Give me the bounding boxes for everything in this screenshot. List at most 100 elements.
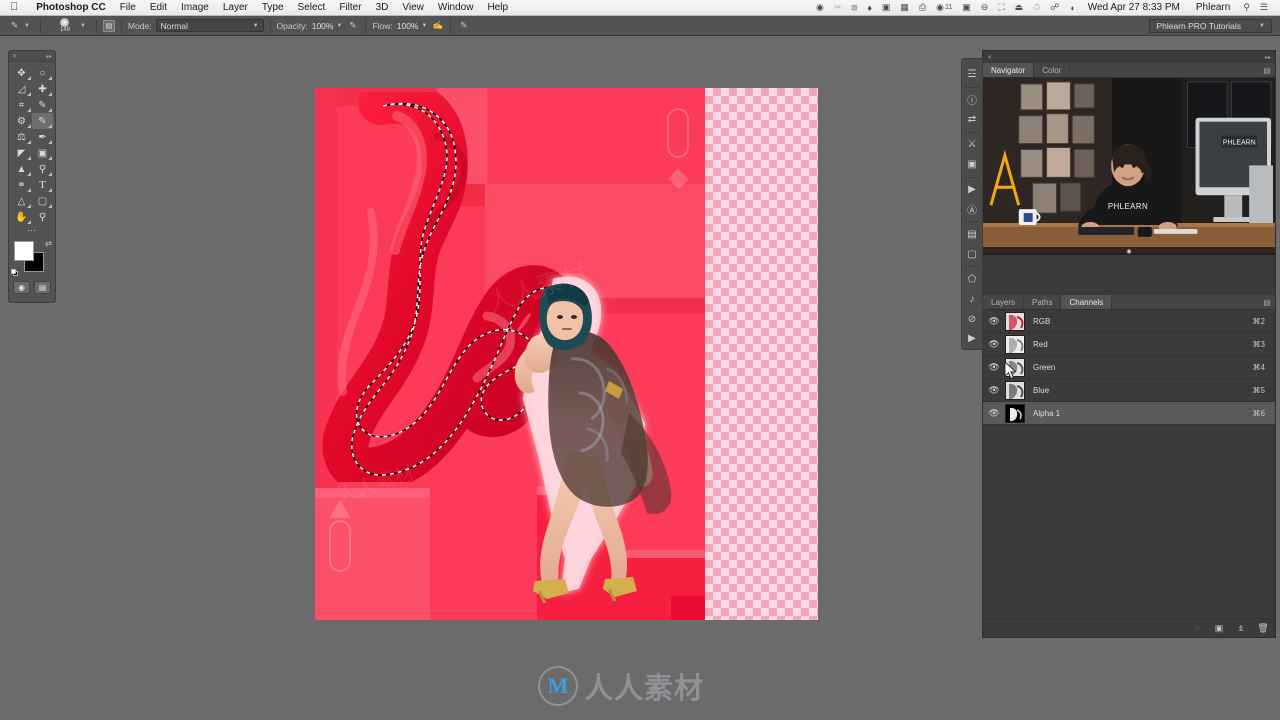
menu-item-filter[interactable]: Filter: [332, 2, 368, 13]
menu-app-name[interactable]: Photoshop CC: [29, 2, 112, 13]
search-icon[interactable]: ⚲: [1238, 2, 1255, 13]
timemachine-icon[interactable]: ⏱: [1028, 2, 1045, 13]
hand-tool[interactable]: ✋: [11, 209, 32, 225]
eye-icon[interactable]: 👁: [983, 408, 1005, 419]
notes-panel-icon[interactable]: ▢: [963, 244, 981, 264]
menu-item-help[interactable]: Help: [480, 2, 515, 13]
evernote-icon[interactable]: ♦: [862, 3, 877, 13]
menu-item-edit[interactable]: Edit: [143, 2, 174, 13]
menubar-username[interactable]: Phlearn: [1188, 2, 1238, 13]
channel-row-green[interactable]: 👁 Green ⌘4: [983, 356, 1275, 379]
collapse-icon[interactable]: ▸▸: [1265, 54, 1271, 61]
adjustments-panel-icon[interactable]: ⇄: [963, 110, 981, 130]
eye-icon[interactable]: 👁: [983, 339, 1005, 350]
eye-icon[interactable]: 👁: [983, 316, 1005, 327]
channel-row-blue[interactable]: 👁 Blue ⌘5: [983, 379, 1275, 402]
panel-menu-icon[interactable]: ▤: [1259, 295, 1275, 309]
brush-preset-chevron-icon[interactable]: ▼: [80, 23, 86, 29]
blend-mode-select[interactable]: Normal ▼: [155, 19, 264, 32]
more-tools-icon[interactable]: ⋯: [9, 225, 55, 237]
libraries-panel-icon[interactable]: ⚔: [963, 135, 981, 155]
brush-preset-picker-icon[interactable]: ▤: [102, 19, 115, 32]
collapse-icon[interactable]: ▸▸: [46, 53, 52, 60]
lasso-tool[interactable]: ◿: [11, 81, 32, 97]
eye-count-icon[interactable]: ◉ 11: [931, 2, 957, 13]
record-icon[interactable]: ◉: [811, 2, 829, 13]
bluetooth-icon[interactable]: ☍: [1045, 2, 1064, 13]
play-pause-icon[interactable]: ◉: [1126, 248, 1131, 255]
chevron-down-icon[interactable]: ▼: [24, 23, 30, 29]
menu-item-image[interactable]: Image: [174, 2, 216, 13]
no-icon[interactable]: ⊘: [963, 309, 981, 329]
opacity-value[interactable]: 100%: [312, 21, 334, 31]
dodge-tool[interactable]: ⚲: [32, 161, 53, 177]
history-brush-tool[interactable]: ✒: [32, 129, 53, 145]
brush-tool[interactable]: ✎: [32, 113, 53, 129]
move-tool[interactable]: ✥: [11, 65, 32, 81]
channel-row-rgb[interactable]: 👁 RGB ⌘2: [983, 310, 1275, 333]
character-panel-icon[interactable]: Ⓐ: [963, 199, 981, 219]
info-panel-icon[interactable]: ⓘ: [963, 90, 981, 110]
notification-center-icon[interactable]: ☰: [1255, 2, 1273, 13]
brush-panel-icon[interactable]: ☲: [963, 65, 981, 85]
menu-item-file[interactable]: File: [113, 2, 143, 13]
quick-mask-icon[interactable]: ◉: [13, 281, 30, 294]
marquee-tool[interactable]: ○: [32, 65, 53, 81]
default-colors-icon[interactable]: [11, 269, 19, 277]
pen-tool[interactable]: ⚭: [11, 177, 32, 193]
tab-paths[interactable]: Paths: [1024, 295, 1062, 309]
brush-tool-icon[interactable]: ✎: [8, 19, 21, 32]
create-new-channel-icon[interactable]: ⍎: [1235, 622, 1247, 634]
history-panel-icon[interactable]: ▤: [963, 224, 981, 244]
tab-navigator[interactable]: Navigator: [983, 63, 1035, 77]
grid-icon[interactable]: ▦: [895, 2, 914, 13]
menu-item-select[interactable]: Select: [291, 2, 333, 13]
load-channel-as-selection-icon[interactable]: ◌: [1191, 622, 1203, 634]
brush-size-preview[interactable]: 148: [53, 17, 77, 34]
pressure-opacity-icon[interactable]: ✎: [346, 19, 359, 32]
paths-icon[interactable]: ♪: [963, 289, 981, 309]
eye-icon[interactable]: 👁: [983, 362, 1005, 373]
menubar-clock[interactable]: Wed Apr 27 8:33 PM: [1080, 2, 1188, 13]
airbrush-icon[interactable]: ✍: [431, 19, 444, 32]
wifi-icon[interactable]: ◖: [1064, 3, 1079, 13]
dropbox-icon[interactable]: ⦻: [846, 2, 862, 13]
apple-icon[interactable]: : [10, 2, 18, 13]
styles-panel-icon[interactable]: ▣: [963, 155, 981, 175]
menu-item-type[interactable]: Type: [255, 2, 291, 13]
tab-channels[interactable]: Channels: [1061, 295, 1113, 309]
battery-icon[interactable]: ▣: [957, 2, 976, 13]
rectangle-tool[interactable]: ▢: [32, 193, 53, 209]
screenshot-icon[interactable]: ▣: [877, 2, 896, 13]
healing-brush-tool[interactable]: ⚙: [11, 113, 32, 129]
menu-item-view[interactable]: View: [395, 2, 431, 13]
3d-panel-icon[interactable]: ⬠: [963, 269, 981, 289]
video-controls-bar[interactable]: ◉: [983, 247, 1275, 255]
type-tool[interactable]: T: [32, 177, 53, 193]
path-selection-tool[interactable]: △: [11, 193, 32, 209]
actions-panel-icon[interactable]: ▶: [963, 180, 981, 200]
crop-tool[interactable]: ⌗: [11, 97, 32, 113]
airplay-icon[interactable]: ⛶: [993, 2, 1009, 13]
menu-item-window[interactable]: Window: [431, 2, 481, 13]
quick-selection-tool[interactable]: ✚: [32, 81, 53, 97]
tab-layers[interactable]: Layers: [983, 295, 1025, 309]
foreground-color-swatch[interactable]: [14, 241, 34, 261]
menu-item-3d[interactable]: 3D: [369, 2, 396, 13]
scissors-icon[interactable]: ✂: [829, 2, 847, 13]
delete-channel-icon[interactable]: 🗑: [1257, 622, 1269, 634]
workspace-switcher[interactable]: Phlearn PRO Tutorials ▼: [1149, 18, 1272, 33]
eraser-tool[interactable]: ◤: [11, 145, 32, 161]
panel-menu-icon[interactable]: ▤: [1259, 63, 1275, 77]
screen-mode-icon[interactable]: ▤: [34, 281, 51, 294]
navigator-video-preview[interactable]: PHLEARN PHLEARN ◉: [983, 78, 1275, 255]
gradient-tool[interactable]: ▣: [32, 145, 53, 161]
save-selection-as-channel-icon[interactable]: ▣: [1213, 622, 1225, 634]
flow-chevron-icon[interactable]: ▼: [421, 23, 427, 29]
blur-tool[interactable]: ▲: [11, 161, 32, 177]
printer-icon[interactable]: ⎙: [914, 2, 931, 13]
document-canvas[interactable]: 人人素材 人人素材: [315, 88, 818, 620]
swap-colors-icon[interactable]: ⇄: [45, 239, 52, 248]
smoothing-icon[interactable]: ✎: [457, 19, 470, 32]
eye-icon[interactable]: 👁: [983, 385, 1005, 396]
